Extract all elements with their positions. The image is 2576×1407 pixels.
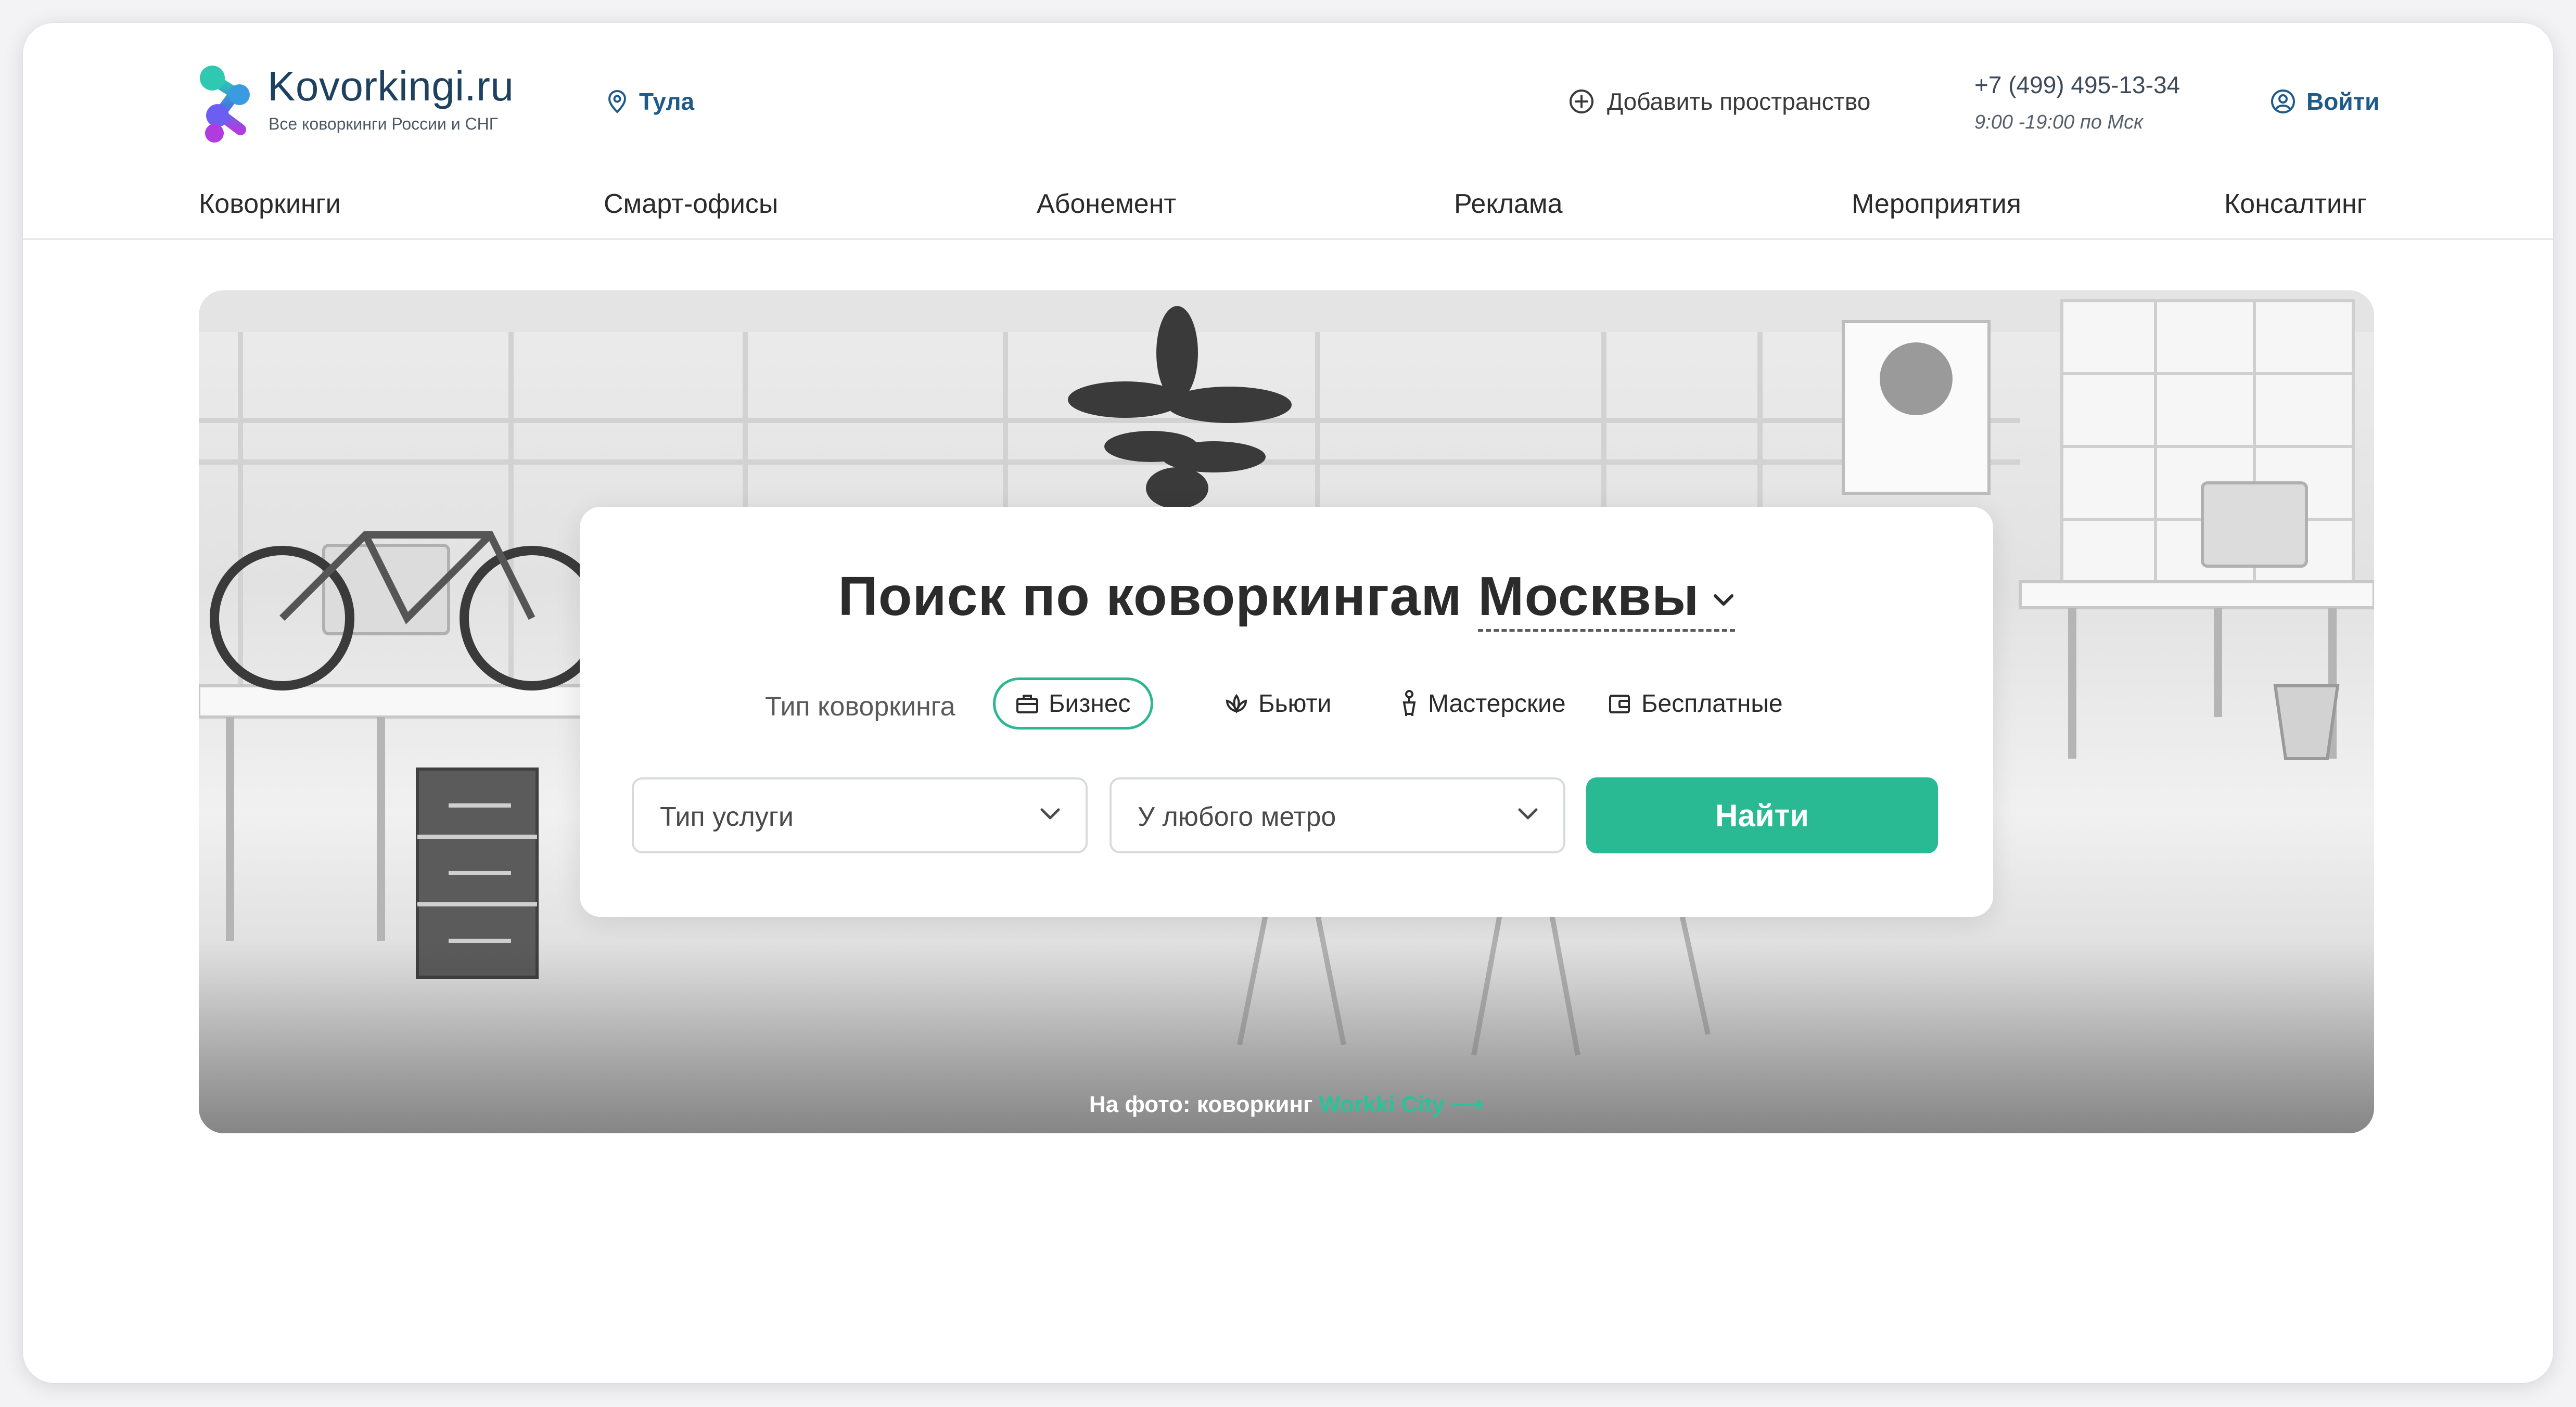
coworking-type-label: Тип коворкинга [765,692,955,722]
metro-value: У любого метро [1138,802,1336,832]
location-pin-icon [608,89,627,113]
type-chip-free-label: Бесплатные [1641,689,1783,718]
photo-credit-link[interactable]: Workki City ⟶ [1319,1092,1484,1117]
find-button[interactable]: Найти [1586,777,1938,853]
page-card: Kovorkingi.ru Все коворкинги России и СН… [23,23,2553,1383]
type-chip-free[interactable]: Бесплатные [1588,677,1803,730]
header-divider [23,238,2553,240]
type-chip-business[interactable]: Бизнес [993,677,1153,730]
search-panel: Поиск по коворкингам Москвы Тип коворкин… [580,507,1993,917]
type-chip-workshops[interactable]: Мастерские [1380,677,1586,730]
login-button[interactable]: Войти [2270,87,2379,116]
briefcase-icon [1016,695,1038,713]
logo-mark-icon [200,66,250,143]
search-title-prefix: Поиск по коворкингам [838,566,1462,627]
nav-item-consulting[interactable]: Консалтинг [2224,188,2367,220]
chevron-down-icon [1713,594,1733,606]
nav-item-advertising[interactable]: Реклама [1454,188,1563,220]
logo-tagline: Все коворкинги России и СНГ [269,114,499,133]
working-hours: 9:00 -19:00 по Мск [1974,111,2144,133]
photo-credit-prefix: На фото: коворкинг [1089,1092,1313,1117]
nav-item-smart-offices[interactable]: Смарт-офисы [604,188,778,220]
search-city-label: Москвы [1478,566,1700,627]
type-chip-business-label: Бизнес [1049,689,1131,718]
coworking-type-row: Тип коворкинга Бизнес Бьюти Мастерские Б… [580,673,1993,731]
chevron-down-icon [1518,808,1538,820]
main-nav: Коворкинги Смарт-офисы Абонемент Реклама… [199,188,2399,246]
add-space-label: Добавить пространство [1607,88,1871,115]
chevron-down-icon [1040,808,1060,820]
plus-circle-icon [1570,89,1593,113]
service-type-select[interactable]: Тип услуги [632,777,1088,853]
lotus-icon [1226,694,1247,714]
metro-select[interactable]: У любого метро [1110,777,1565,853]
figure-icon [1402,690,1416,716]
city-label: Тула [639,88,695,115]
search-title: Поиск по коворкингам Москвы [580,565,1993,632]
type-chip-workshops-label: Мастерские [1428,689,1566,718]
logo-name: Kovorkingi.ru [267,63,514,109]
type-chip-beauty[interactable]: Бьюти [1204,677,1351,730]
nav-item-subscription[interactable]: Абонемент [1037,188,1176,220]
wallet-icon [1609,695,1630,713]
service-type-value: Тип услуги [660,802,794,832]
user-circle-icon [2271,89,2295,113]
search-city-select[interactable]: Москвы [1478,566,1735,632]
city-selector[interactable]: Тула [607,87,694,116]
phone-number[interactable]: +7 (499) 495-13-34 [1974,71,2180,99]
login-label: Войти [2306,88,2380,115]
add-space-link[interactable]: Добавить пространство [1568,87,1870,116]
arrow-right-icon: ⟶ [1451,1092,1484,1117]
nav-item-events[interactable]: Мероприятия [1852,188,2021,220]
type-chip-beauty-label: Бьюти [1258,689,1332,718]
photo-credit: На фото: коворкинг Workki City ⟶ [199,1091,2374,1118]
nav-item-coworkings[interactable]: Коворкинги [199,188,341,220]
photo-credit-link-label: Workki City [1319,1092,1445,1117]
